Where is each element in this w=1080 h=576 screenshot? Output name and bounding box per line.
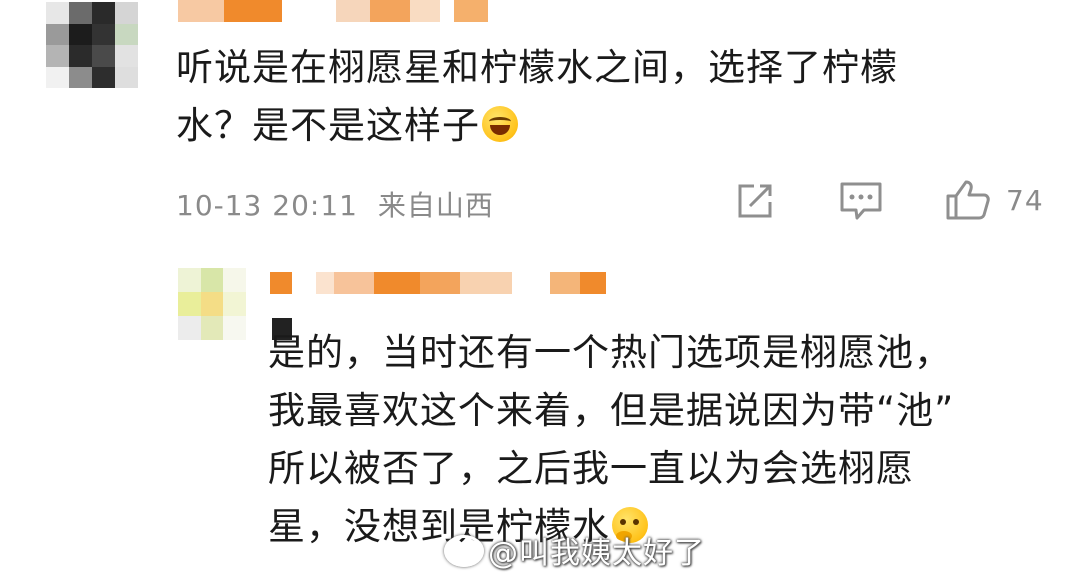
reply-line: 是的，当时还有一个热门选项是栩愿池， <box>268 331 952 374</box>
comment-line-text: 水？是不是这样子 <box>176 104 480 147</box>
comment-line: 水？是不是这样子 <box>176 97 1036 155</box>
weibo-logo-icon <box>444 535 484 567</box>
laughing-emoji-icon <box>482 106 518 142</box>
avatar[interactable] <box>46 2 138 88</box>
reply-line: 我最喜欢这个来着，但是据说因为带“池” <box>268 389 955 432</box>
reply-text: 是的，当时还有一个热门选项是栩愿池， 我最喜欢这个来着，但是据说因为带“池” 所… <box>268 324 1068 556</box>
username-redacted[interactable] <box>178 0 488 22</box>
reply-avatar[interactable] <box>178 268 246 340</box>
timestamp: 10-13 20:11 <box>176 189 358 222</box>
reply-username-redacted[interactable] <box>270 272 606 294</box>
comment-text: 听说是在栩愿星和柠檬水之间，选择了柠檬 水？是不是这样子 <box>176 39 1036 155</box>
comment-line: 听说是在栩愿星和柠檬水之间，选择了柠檬 <box>176 46 898 89</box>
comment-icon[interactable] <box>838 180 884 222</box>
watermark: @叫我姨太好了 <box>444 528 705 572</box>
watermark-text: @叫我姨太好了 <box>488 536 705 571</box>
reply-line: 所以被否了，之后我一直以为会选栩愿 <box>268 447 914 490</box>
like-count: 74 <box>1006 184 1044 217</box>
location: 来自山西 <box>377 189 494 222</box>
like-button[interactable] <box>944 178 992 222</box>
thumbs-up-icon <box>946 180 990 220</box>
comment-meta: 10-13 20:11 来自山西 <box>176 184 494 224</box>
share-icon[interactable] <box>734 180 776 222</box>
